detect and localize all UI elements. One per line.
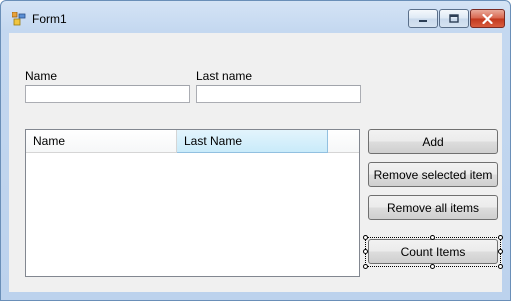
resize-handle-bottom[interactable] <box>430 264 435 269</box>
resize-handle-bottom-right[interactable] <box>498 264 503 269</box>
close-button[interactable] <box>470 9 505 28</box>
add-button[interactable]: Add <box>368 129 498 154</box>
resize-handle-bottom-left[interactable] <box>363 264 368 269</box>
column-header-last-name[interactable]: Last Name <box>177 130 328 153</box>
name-label: Name <box>25 69 58 83</box>
close-icon <box>482 13 493 24</box>
maximize-button[interactable] <box>439 9 469 28</box>
resize-handle-right[interactable] <box>498 249 503 254</box>
column-header-filler <box>328 130 359 153</box>
column-header-name[interactable]: Name <box>26 130 177 153</box>
window-title: Form1 <box>32 12 67 26</box>
count-items-button[interactable]: Count Items <box>368 239 498 264</box>
remove-all-button[interactable]: Remove all items <box>368 195 498 220</box>
form-window: Form1 Name Last name Name Last Name Add … <box>0 0 511 301</box>
resize-handle-top-left[interactable] <box>363 235 368 240</box>
form-client-area: Name Last name Name Last Name Add Remove… <box>9 33 503 292</box>
lastname-label: Last name <box>196 69 253 83</box>
remove-selected-button[interactable]: Remove selected item <box>368 162 498 187</box>
people-listview[interactable]: Name Last Name <box>25 129 360 277</box>
lastname-input[interactable] <box>196 85 361 103</box>
maximize-icon <box>449 14 459 23</box>
name-input[interactable] <box>25 85 190 103</box>
title-bar[interactable]: Form1 <box>1 1 510 33</box>
resize-handle-top[interactable] <box>430 235 435 240</box>
minimize-icon <box>419 19 427 22</box>
resize-handle-left[interactable] <box>363 249 368 254</box>
resize-handle-top-right[interactable] <box>498 235 503 240</box>
form-icon <box>12 12 26 26</box>
minimize-button[interactable] <box>408 9 438 28</box>
